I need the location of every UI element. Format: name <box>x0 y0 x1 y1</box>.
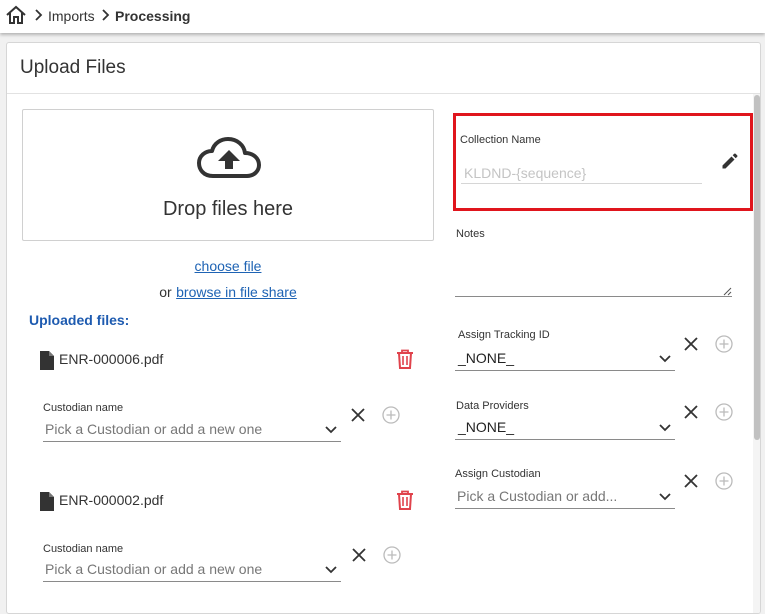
divider <box>7 93 760 94</box>
close-icon[interactable] <box>352 548 366 562</box>
drop-files-text: Drop files here <box>162 198 294 220</box>
assign-custodian-underline <box>455 508 675 509</box>
custodian-select[interactable]: Pick a Custodian or add a new one <box>45 561 315 577</box>
custodian-underline <box>43 581 341 582</box>
file-icon <box>40 492 54 511</box>
close-icon[interactable] <box>684 337 698 351</box>
notes-label: Notes <box>456 228 485 240</box>
breadcrumb-imports[interactable]: Imports <box>48 7 95 25</box>
tracking-id-underline <box>455 370 675 371</box>
upload-files-card: Upload Files Drop files here choose file… <box>6 42 761 614</box>
data-providers-underline <box>455 439 675 440</box>
custodian-select[interactable]: Pick a Custodian or add a new one <box>45 421 315 437</box>
add-circle-icon[interactable] <box>382 406 400 424</box>
assign-custodian-label: Assign Custodian <box>455 468 541 480</box>
cloud-upload-icon <box>197 137 261 178</box>
notes-underline <box>455 296 732 297</box>
custodian-name-label: Custodian name <box>43 402 124 414</box>
notes-textarea[interactable] <box>455 243 732 296</box>
chevron-down-icon[interactable] <box>659 493 671 501</box>
card-title: Upload Files <box>20 57 126 78</box>
close-icon[interactable] <box>351 408 365 422</box>
trash-icon[interactable] <box>396 490 414 510</box>
tracking-id-label: Assign Tracking ID <box>458 329 550 341</box>
chevron-down-icon[interactable] <box>325 566 337 574</box>
custodian-name-label: Custodian name <box>43 543 124 555</box>
collection-name-highlight <box>453 113 753 211</box>
data-providers-select[interactable]: _NONE_ <box>458 419 514 435</box>
breadcrumb-processing: Processing <box>115 8 191 24</box>
home-icon[interactable] <box>5 5 27 25</box>
chevron-right-icon <box>35 9 43 21</box>
resize-handle-icon[interactable] <box>723 287 732 296</box>
add-circle-icon[interactable] <box>383 546 401 564</box>
chevron-down-icon[interactable] <box>659 424 671 432</box>
add-circle-icon[interactable] <box>715 403 733 421</box>
add-circle-icon[interactable] <box>715 335 733 353</box>
file-name: ENR-000006.pdf <box>59 351 164 367</box>
file-icon <box>40 351 54 370</box>
tracking-id-select[interactable]: _NONE_ <box>458 350 514 366</box>
scrollbar-thumb[interactable] <box>754 95 760 440</box>
chevron-down-icon[interactable] <box>325 426 337 434</box>
assign-custodian-select[interactable]: Pick a Custodian or add... <box>457 488 647 504</box>
custodian-underline <box>43 441 341 442</box>
chevron-right-icon <box>102 9 110 21</box>
or-text: or <box>159 284 172 300</box>
close-icon[interactable] <box>684 474 698 488</box>
add-circle-icon[interactable] <box>715 472 733 490</box>
file-name: ENR-000002.pdf <box>59 492 164 508</box>
close-icon[interactable] <box>684 405 698 419</box>
dropzone[interactable]: Drop files here <box>22 109 434 241</box>
browse-file-share-link[interactable]: browse in file share <box>176 284 297 300</box>
uploaded-files-label: Uploaded files: <box>29 312 130 328</box>
trash-icon[interactable] <box>396 349 414 369</box>
data-providers-label: Data Providers <box>456 400 529 412</box>
top-bar: Imports Processing <box>0 0 765 33</box>
chevron-down-icon[interactable] <box>659 355 671 363</box>
choose-file-link[interactable]: choose file <box>195 258 262 274</box>
